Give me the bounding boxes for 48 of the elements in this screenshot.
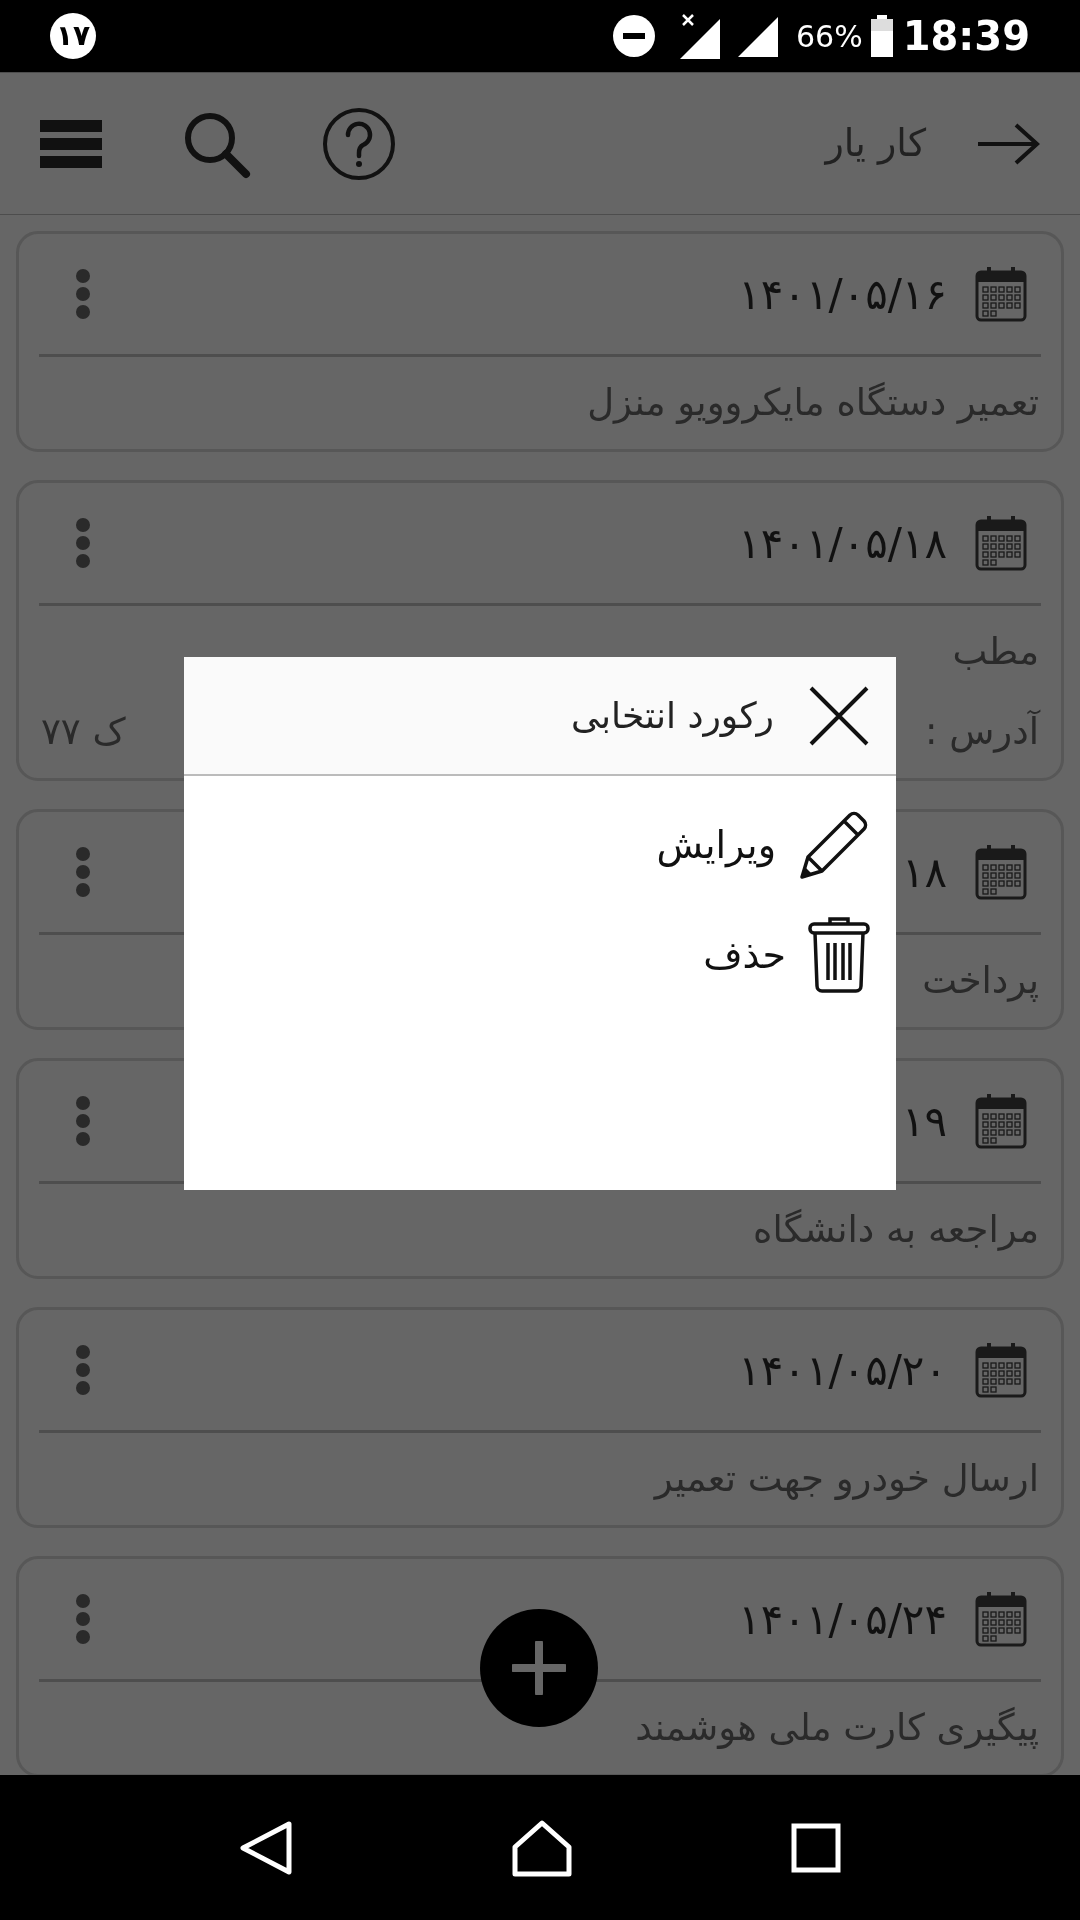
more-options-icon[interactable]	[75, 846, 91, 898]
home-icon[interactable]	[511, 1818, 573, 1877]
plus-icon	[512, 1641, 566, 1695]
do-not-disturb-icon	[612, 14, 656, 58]
more-options-icon[interactable]	[75, 1344, 91, 1396]
task-text: ارسال خودرو جهت تعمیر	[654, 1456, 1039, 1503]
clock-time: 18:39	[902, 12, 1030, 61]
more-options-icon[interactable]	[75, 268, 91, 320]
more-options-icon[interactable]	[75, 1095, 91, 1147]
task-text: آدرس :	[924, 709, 1039, 756]
forward-arrow-icon[interactable]	[976, 121, 1040, 166]
task-text: پرداخت	[922, 958, 1039, 1005]
date-text: ۱۹	[901, 1095, 947, 1148]
app-title: کار یار	[825, 120, 926, 167]
edit-button[interactable]: ویرایش	[656, 790, 870, 900]
battery-icon	[870, 15, 893, 57]
more-options-icon[interactable]	[75, 517, 91, 569]
task-card[interactable]: ۱۴۰۱/۰۵/۲۰ ارسال خودرو جهت تعمیر	[16, 1307, 1064, 1528]
calendar-icon	[975, 1342, 1027, 1398]
notification-badge: ۱۷	[50, 13, 96, 59]
task-text: مطب	[952, 629, 1039, 676]
delete-button[interactable]: حذف	[703, 900, 870, 1010]
date-text: ۱۴۰۱/۰۵/۱۸	[738, 517, 947, 570]
date-text: ۱۴۰۱/۰۵/۲۴	[738, 1593, 947, 1646]
pencil-icon	[798, 809, 870, 881]
close-icon[interactable]	[808, 684, 870, 747]
date-text: ۱۸	[901, 846, 947, 899]
menu-icon[interactable]	[40, 119, 102, 168]
task-text: مراجعه به دانشگاه	[753, 1207, 1039, 1254]
calendar-icon	[975, 1591, 1027, 1647]
task-text: ک ۷۷	[41, 709, 126, 756]
battery-percent: 66%	[796, 17, 863, 56]
trash-icon	[808, 916, 870, 994]
date-text: ۱۴۰۱/۰۵/۲۰	[738, 1344, 947, 1397]
recent-apps-icon[interactable]	[791, 1822, 841, 1873]
calendar-icon	[975, 266, 1027, 322]
task-card[interactable]: ۱۴۰۱/۰۵/۱۶ تعمیر دستگاه مایکروویو منزل	[16, 231, 1064, 452]
date-text: ۱۴۰۱/۰۵/۱۶	[738, 268, 947, 321]
calendar-icon	[975, 515, 1027, 571]
task-text: پیگیری کارت ملی هوشمند	[635, 1705, 1039, 1752]
task-text: تعمیر دستگاه مایکروویو منزل	[587, 380, 1039, 427]
help-icon[interactable]	[322, 106, 396, 181]
task-card[interactable]: ۱۴۰۱/۰۵/۲۴ پیگیری کارت ملی هوشمند	[16, 1556, 1064, 1775]
back-icon[interactable]	[239, 1819, 293, 1876]
more-options-icon[interactable]	[75, 1593, 91, 1645]
calendar-icon	[975, 844, 1027, 900]
calendar-icon	[975, 1093, 1027, 1149]
dialog-title: رکورد انتخابی	[570, 693, 774, 739]
